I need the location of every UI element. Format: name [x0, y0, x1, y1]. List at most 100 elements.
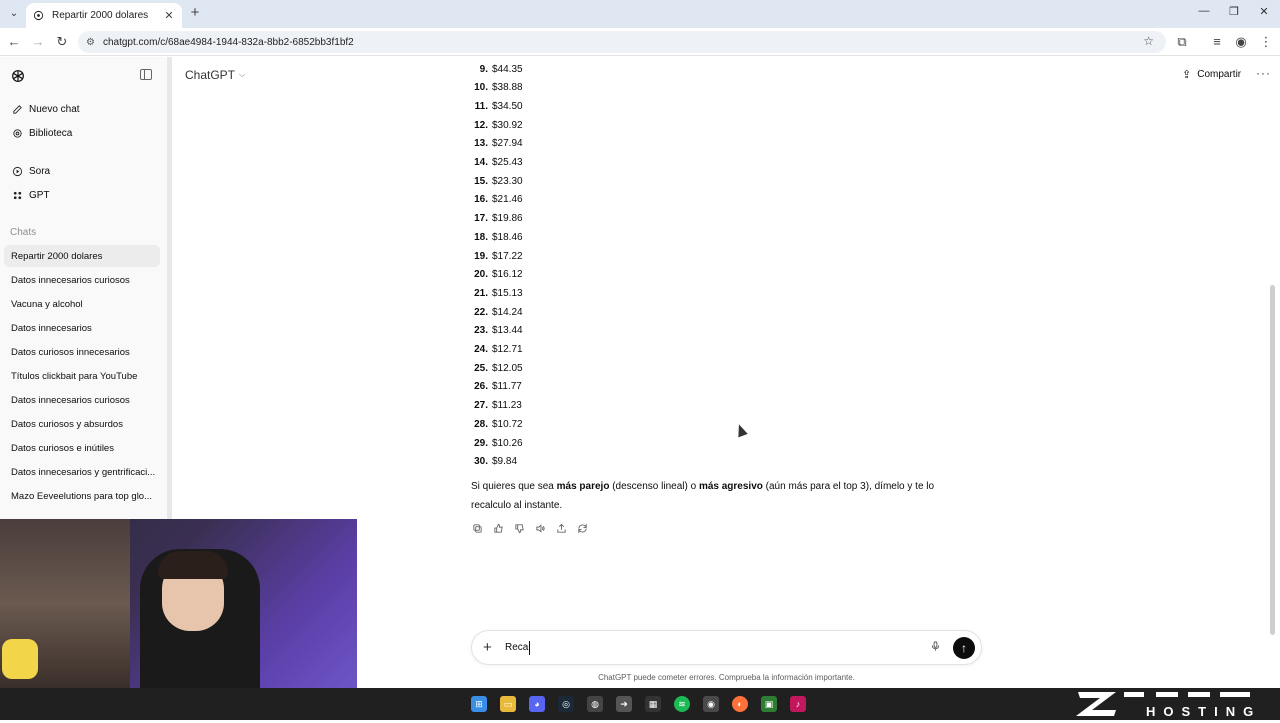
app-arrow-icon[interactable]: ➜ [616, 696, 632, 712]
chat-item[interactable]: Datos innecesarios curiosos [4, 269, 160, 291]
edit-icon [11, 103, 23, 115]
read-aloud-icon[interactable] [534, 522, 546, 534]
extensions-icon[interactable]: ⧉ [1174, 34, 1190, 50]
library-icon [11, 127, 23, 139]
app-grid-icon[interactable]: ▦ [645, 696, 661, 712]
site-info-icon[interactable]: ⚙ [86, 37, 95, 48]
send-button[interactable]: ↑ [953, 637, 975, 659]
maximize-icon[interactable]: ❐ [1226, 5, 1242, 18]
thumbs-up-icon[interactable] [492, 522, 504, 534]
url-text: chatgpt.com/c/68ae4984-1944-832a-8bb2-68… [102, 36, 354, 48]
list-item: 30. $9.84 [466, 453, 517, 471]
prompt-input[interactable]: Reca [505, 641, 531, 655]
followup-bold-1: más parejo [556, 481, 610, 492]
media-controls-icon[interactable]: ≡ [1209, 34, 1225, 50]
list-item-number: 19. [474, 250, 488, 262]
back-arrow-icon[interactable]: ← [6, 34, 22, 50]
chat-item[interactable]: Datos innecesarios [4, 317, 160, 339]
more-options-icon[interactable]: ··· [1256, 66, 1271, 80]
model-selector[interactable]: ChatGPT ⌵ [185, 68, 245, 82]
list-item: 17. $19.86 [466, 210, 523, 228]
chat-item[interactable]: Datos curiosos e inútiles [4, 437, 160, 459]
tiktok-icon[interactable]: ♪ [790, 696, 806, 712]
browser-tab-strip: ⌄ Repartir 2000 dolares ✕ + — ❐ ✕ [0, 0, 1280, 28]
steam-icon[interactable]: ◎ [558, 696, 574, 712]
app-green-icon[interactable]: ▣ [761, 696, 777, 712]
list-item-amount: $12.05 [492, 362, 523, 374]
chrome-icon[interactable]: ◉ [703, 696, 719, 712]
list-item: 13. $27.94 [466, 135, 523, 153]
list-item: 27. $11.23 [466, 397, 522, 415]
windows-start-icon[interactable]: ⊞ [471, 696, 487, 712]
new-chat-button[interactable]: Nuevo chat [4, 98, 160, 120]
profile-icon[interactable]: ◉ [1233, 34, 1249, 50]
chat-item[interactable]: Datos curiosos innecesarios [4, 341, 160, 363]
window-close-icon[interactable]: ✕ [1256, 5, 1272, 18]
gpt-button[interactable]: GPT [4, 184, 160, 206]
forward-arrow-icon[interactable]: → [30, 34, 46, 50]
spotify-icon[interactable]: ≋ [674, 696, 690, 712]
address-bar[interactable]: ⚙ chatgpt.com/c/68ae4984-1944-832a-8bb2-… [78, 31, 1166, 53]
firefox-icon[interactable]: ◐ [732, 696, 748, 712]
new-chat-label: Nuevo chat [29, 103, 80, 115]
tab-search-chevron-icon[interactable]: ⌄ [6, 6, 22, 22]
chatgpt-logo-icon[interactable] [10, 68, 26, 84]
list-item-amount: $21.46 [492, 194, 523, 206]
list-item: 19. $17.22 [466, 247, 523, 265]
grid-icon [11, 189, 23, 201]
list-item-amount: $10.72 [492, 418, 523, 430]
followup-text-1: Si quieres que sea [471, 481, 557, 492]
list-item-amount: $25.43 [492, 157, 523, 168]
discord-icon[interactable]: ◕ [529, 696, 545, 712]
list-item-number: 18. [474, 231, 488, 243]
minimize-icon[interactable]: — [1196, 5, 1212, 17]
bookmark-star-icon[interactable]: ☆ [1143, 34, 1154, 48]
tab-close-icon[interactable]: ✕ [162, 9, 176, 22]
reload-icon[interactable]: ↻ [54, 34, 70, 50]
chat-item-active[interactable]: Repartir 2000 dolares [4, 245, 160, 267]
list-item: 21. $15.13 [466, 284, 523, 302]
chat-item[interactable]: Datos innecesarios y gentrificaci... [4, 461, 160, 483]
gpt-label: GPT [29, 189, 50, 201]
browser-menu-icon[interactable]: ⋮ [1258, 34, 1274, 50]
list-item-amount: $17.22 [492, 250, 523, 262]
chat-item[interactable]: Mazo Eeveelutions para top glo... [4, 485, 160, 507]
zetta-hosting-logo: HOSTING [1076, 690, 1266, 719]
chat-item[interactable]: Datos innecesarios curiosos [4, 389, 160, 411]
list-item-amount: $9.84 [492, 456, 518, 468]
plus-icon[interactable]: + [483, 639, 492, 656]
thumbs-down-icon[interactable] [513, 522, 525, 534]
chat-item[interactable]: Títulos clickbait para YouTube [4, 365, 160, 387]
library-label: Biblioteca [29, 127, 73, 139]
sidebar-toggle-icon[interactable] [140, 69, 152, 80]
browser-toolbar: ← → ↻ ⚙ chatgpt.com/c/68ae4984-1944-832a… [0, 28, 1280, 56]
chat-item[interactable]: Datos curiosos y absurdos [4, 413, 160, 435]
list-item-number: 29. [474, 437, 488, 449]
regenerate-icon[interactable] [576, 522, 588, 534]
list-item: 26. $11.77 [466, 378, 522, 396]
list-item-amount: $34.50 [492, 100, 523, 112]
message-composer[interactable]: + Reca ↑ [471, 630, 982, 665]
list-item: 10. $38.88 [466, 79, 523, 97]
share-message-icon[interactable] [555, 522, 567, 534]
followup-text-2: (descenso lineal) o [609, 481, 699, 492]
microphone-icon[interactable] [930, 640, 941, 655]
chat-item[interactable]: Vacuna y alcohol [4, 293, 160, 315]
list-item: 22. $14.24 [466, 303, 523, 321]
list-item-number: 26. [474, 381, 488, 393]
model-name: ChatGPT [185, 68, 236, 82]
app-icon[interactable]: ◍ [587, 696, 603, 712]
new-tab-plus-icon[interactable]: + [187, 5, 203, 21]
browser-tab-active[interactable]: Repartir 2000 dolares ✕ [26, 3, 182, 28]
sidebar-scrollbar[interactable] [167, 57, 172, 520]
list-item-amount: $15.13 [492, 287, 523, 299]
sora-button[interactable]: Sora [4, 160, 160, 182]
share-button[interactable]: ⇪ Compartir [1182, 68, 1241, 81]
copy-icon[interactable] [471, 522, 483, 534]
file-explorer-icon[interactable]: ▭ [500, 696, 516, 712]
main-scrollbar[interactable] [1270, 285, 1275, 635]
list-item: 15. $23.30 [466, 172, 523, 190]
library-button[interactable]: Biblioteca [4, 122, 160, 144]
list-item-amount: $12.71 [492, 344, 523, 355]
list-item-number: 16. [474, 194, 488, 206]
